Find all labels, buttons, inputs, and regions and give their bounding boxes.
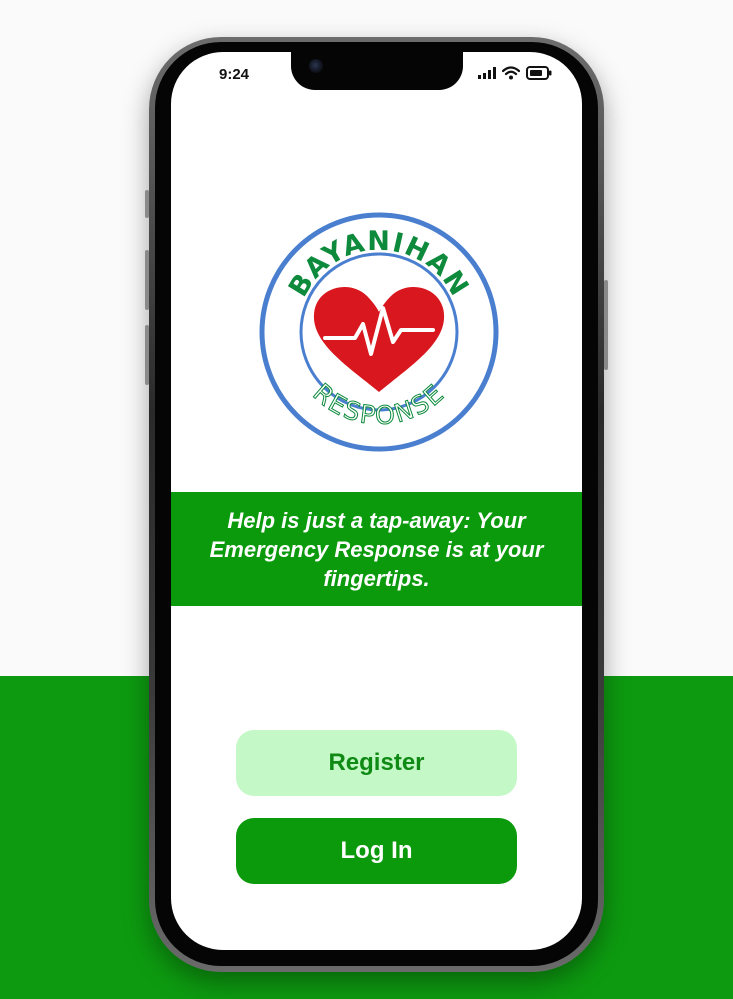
status-icons <box>478 66 552 80</box>
phone-side-button <box>145 190 149 218</box>
bayanihan-response-logo: BAYANIHAN RESPONSE <box>259 212 499 452</box>
phone-notch <box>291 52 463 90</box>
phone-volume-up-button <box>145 250 149 310</box>
phone-power-button <box>604 280 608 370</box>
phone-volume-down-button <box>145 325 149 385</box>
tagline-banner: Help is just a tap-away: Your Emergency … <box>171 492 582 606</box>
app-screen: 9:24 BAYANIHAN RESPONSE Help is just a t… <box>171 52 582 950</box>
wifi-icon <box>502 66 520 80</box>
mockup-stage: 9:24 BAYANIHAN RESPONSE Help is just a t… <box>0 0 733 999</box>
camera-icon <box>309 59 323 73</box>
battery-icon <box>526 66 552 80</box>
cellular-signal-icon <box>478 67 496 79</box>
status-time: 9:24 <box>219 66 250 83</box>
register-button[interactable]: Register <box>236 730 517 796</box>
login-button[interactable]: Log In <box>236 818 517 884</box>
